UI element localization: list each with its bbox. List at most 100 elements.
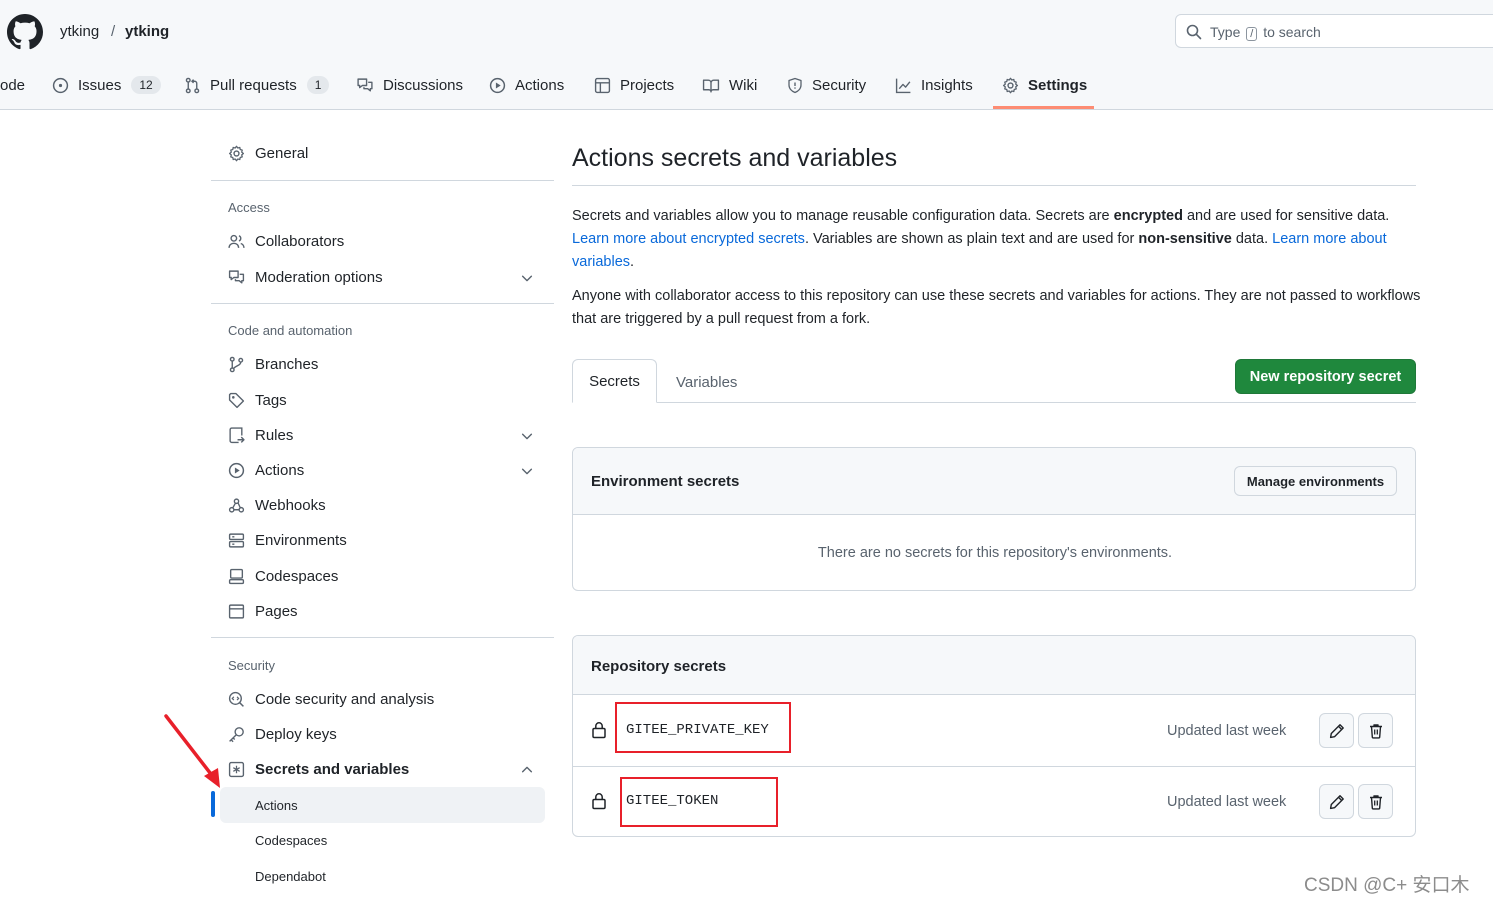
- title-divider: [572, 185, 1416, 186]
- edit-secret-button[interactable]: [1319, 713, 1354, 748]
- repository-secrets-header: Repository secrets: [573, 636, 1415, 695]
- tab-code[interactable]: ode: [0, 72, 25, 98]
- pull-requests-count: 1: [306, 76, 330, 94]
- sidebar-heading-code-automation: Code and automation: [228, 323, 353, 338]
- browser-icon: [228, 604, 245, 619]
- annotation-highlight-box: [615, 702, 791, 753]
- tab-secrets[interactable]: Secrets: [572, 359, 657, 403]
- shield-icon: [788, 77, 802, 93]
- sidebar-item-label: Collaborators: [255, 233, 345, 250]
- tabs-divider: [572, 402, 1416, 403]
- codescan-icon: [228, 691, 244, 707]
- lock-icon: [592, 793, 606, 810]
- tab-pull-requests-label: Pull requests: [210, 76, 297, 94]
- sidebar-divider: [211, 637, 554, 638]
- chevron-down-icon[interactable]: [520, 429, 534, 443]
- sidebar-item-deploy-keys[interactable]: Deploy keys: [228, 726, 337, 743]
- tab-security[interactable]: Security: [787, 72, 866, 98]
- environment-secrets-title: Environment secrets: [591, 473, 740, 490]
- sidebar-item-code-security[interactable]: Code security and analysis: [228, 691, 434, 708]
- graph-icon: [895, 78, 911, 93]
- tab-variables[interactable]: Variables: [676, 374, 737, 391]
- gear-icon: [228, 145, 245, 162]
- new-repository-secret-button[interactable]: New repository secret: [1235, 359, 1416, 394]
- edit-secret-button[interactable]: [1319, 784, 1354, 819]
- tab-actions[interactable]: Actions: [489, 72, 564, 98]
- key-asterisk-icon: [228, 761, 245, 778]
- sidebar-item-rules[interactable]: Rules: [228, 427, 293, 444]
- breadcrumb-owner[interactable]: ytking: [60, 23, 99, 40]
- sidebar-item-moderation-options[interactable]: Moderation options: [228, 269, 383, 286]
- sidebar-item-general[interactable]: General: [228, 145, 308, 162]
- chevron-down-icon[interactable]: [520, 464, 534, 478]
- sidebar-item-label: Environments: [255, 532, 347, 549]
- annotation-highlight-box: [620, 777, 778, 827]
- sidebar-subitem-dependabot[interactable]: Dependabot: [255, 869, 326, 884]
- sidebar-item-actions[interactable]: Actions: [228, 462, 304, 479]
- pencil-icon: [1329, 794, 1344, 809]
- environment-secrets-header: Environment secrets Manage environments: [573, 448, 1415, 515]
- sidebar-subitem-codespaces[interactable]: Codespaces: [255, 833, 327, 848]
- notice-text: Anyone with collaborator access to this …: [572, 288, 1421, 327]
- chevron-up-icon[interactable]: [520, 763, 534, 777]
- sidebar-item-codespaces[interactable]: Codespaces: [228, 568, 338, 585]
- sidebar-item-collaborators[interactable]: Collaborators: [228, 233, 344, 250]
- sidebar-item-label: Codespaces: [255, 568, 339, 585]
- sidebar-item-environments[interactable]: Environments: [228, 532, 347, 549]
- play-icon: [228, 462, 245, 479]
- tab-settings-label: Settings: [1028, 76, 1088, 94]
- play-icon: [489, 77, 506, 93]
- sidebar-item-label: Webhooks: [255, 497, 326, 514]
- github-logo-icon[interactable]: [7, 14, 43, 50]
- watermark: CSDN @C+ 安口木: [1304, 875, 1470, 896]
- sidebar-item-branches[interactable]: Branches: [228, 356, 318, 373]
- environment-secrets-box: Environment secrets Manage environments …: [572, 447, 1416, 591]
- sidebar-subitem-actions[interactable]: Actions: [255, 798, 298, 813]
- manage-environments-button[interactable]: Manage environments: [1234, 466, 1397, 496]
- sidebar-item-tags[interactable]: Tags: [228, 392, 287, 409]
- tab-projects-label: Projects: [620, 76, 675, 94]
- sidebar-item-webhooks[interactable]: Webhooks: [228, 497, 326, 514]
- learn-more-secrets-link[interactable]: Learn more about encrypted secrets: [572, 231, 805, 247]
- tab-insights-label: Insights: [921, 76, 973, 94]
- search-placeholder: Type / to search: [1210, 24, 1321, 41]
- sidebar-heading-access: Access: [228, 200, 270, 215]
- tab-insights[interactable]: Insights: [895, 72, 973, 98]
- trash-icon: [1369, 723, 1382, 739]
- intro-text: Secrets and variables allow you to manag…: [572, 208, 1390, 270]
- tab-code-label: ode: [0, 76, 26, 94]
- tab-projects[interactable]: Projects: [594, 72, 674, 98]
- sidebar-item-label: Tags: [255, 392, 287, 409]
- tab-wiki[interactable]: Wiki: [702, 72, 757, 98]
- tab-issues-label: Issues: [78, 76, 122, 94]
- sidebar-item-secrets-variables[interactable]: Secrets and variables: [228, 761, 409, 778]
- secret-updated: Updated last week: [1167, 794, 1287, 810]
- tab-security-label: Security: [812, 76, 867, 94]
- repo-push-icon: [229, 427, 245, 444]
- repo-header: ytking / ytking Type / to search ode Iss…: [0, 0, 1493, 110]
- tab-issues[interactable]: Issues 12: [52, 72, 161, 98]
- search-shortcut-key: /: [1246, 27, 1258, 41]
- tab-actions-label: Actions: [515, 76, 565, 94]
- webhook-icon: [228, 498, 245, 513]
- issues-count: 12: [131, 76, 161, 94]
- sidebar-item-label: Branches: [255, 356, 319, 373]
- codespaces-icon: [228, 568, 245, 585]
- delete-secret-button[interactable]: [1358, 713, 1393, 748]
- sidebar-heading-security: Security: [228, 658, 275, 673]
- tab-discussions[interactable]: Discussions: [356, 72, 463, 98]
- gear-icon: [1002, 77, 1019, 93]
- tab-pull-requests[interactable]: Pull requests 1: [184, 72, 330, 98]
- chevron-down-icon[interactable]: [520, 271, 534, 285]
- search-input[interactable]: Type / to search: [1175, 14, 1493, 48]
- delete-secret-button[interactable]: [1358, 784, 1393, 819]
- tab-settings[interactable]: Settings: [1002, 72, 1087, 98]
- sidebar-item-label: Moderation options: [255, 269, 383, 286]
- sidebar-item-label: Code security and analysis: [255, 691, 435, 708]
- sidebar-item-pages[interactable]: Pages: [228, 603, 298, 620]
- repository-secrets-title: Repository secrets: [591, 658, 727, 675]
- breadcrumb-repo[interactable]: ytking: [125, 23, 169, 40]
- tab-wiki-label: Wiki: [729, 76, 758, 94]
- sidebar-divider: [211, 180, 554, 181]
- tag-icon: [228, 392, 245, 409]
